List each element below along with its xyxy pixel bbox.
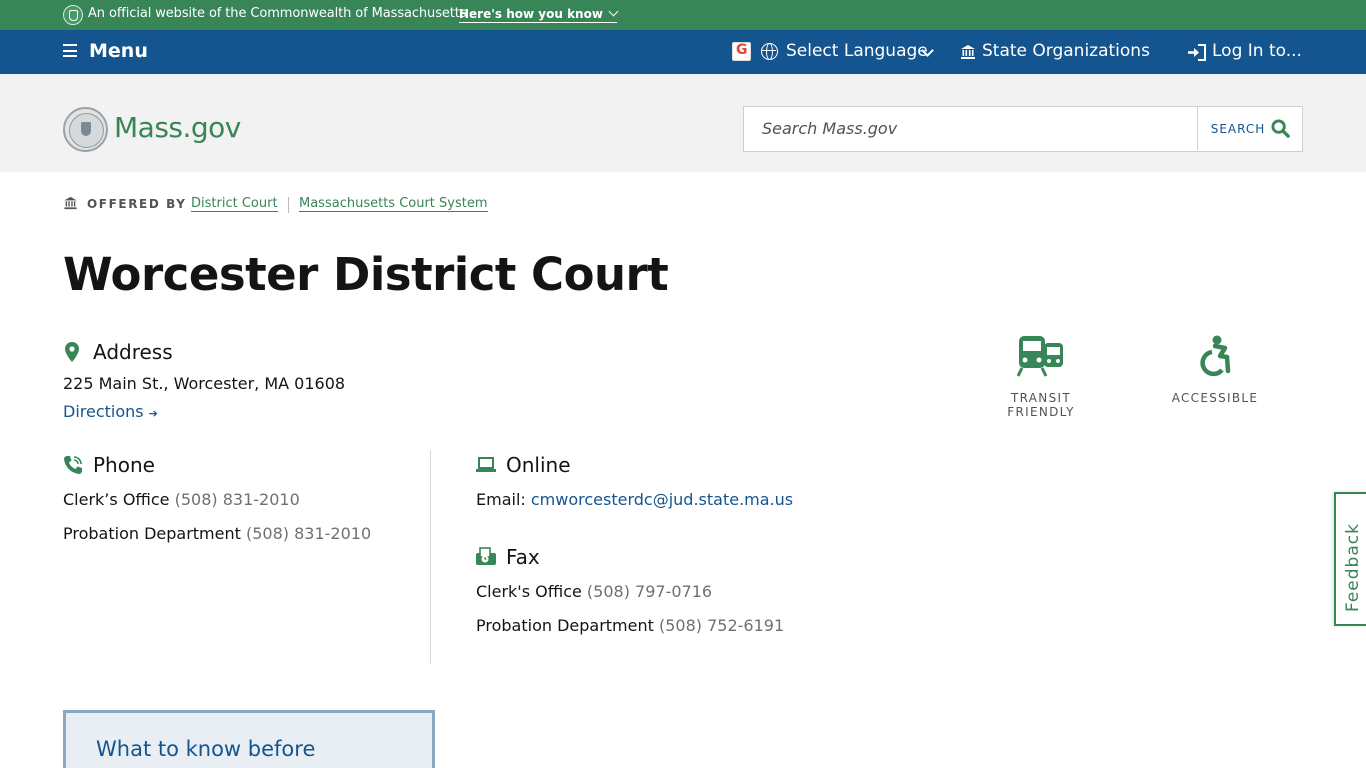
fax-entry-label: Probation Department: [476, 616, 654, 635]
email-link[interactable]: cmworcesterdc@jud.state.ma.us: [531, 490, 793, 509]
google-translate-icon: [732, 42, 751, 61]
feedback-label: Feedback: [1343, 523, 1363, 612]
phone-heading: Phone: [93, 453, 155, 477]
accessible-icon: [1200, 335, 1231, 377]
site-header: Mass.gov SEARCH: [0, 74, 1366, 172]
offered-by-label: OFFERED BY: [87, 197, 187, 211]
fax-number: (508) 797-0716: [586, 582, 713, 601]
phone-icon: [64, 456, 82, 474]
fax-entry: Probation Department (508) 752-6191: [476, 616, 784, 635]
official-banner: An official website of the Commonwealth …: [0, 0, 1366, 30]
seal-icon: [63, 5, 83, 25]
fax-entry-label: Clerk's Office: [476, 582, 582, 601]
offered-by-link-district-court[interactable]: District Court: [191, 196, 278, 212]
building-icon: [961, 45, 975, 59]
search-button-label: SEARCH: [1210, 121, 1266, 136]
address-heading: Address: [93, 340, 173, 364]
transit-icon: [1017, 336, 1063, 377]
how-you-know-label: Here's how you know: [459, 7, 603, 21]
phone-entry-label: Probation Department: [63, 524, 241, 543]
what-to-know-title[interactable]: What to know before: [96, 735, 396, 763]
login-button[interactable]: Log In to...: [1212, 41, 1302, 61]
page-title: Worcester District Court: [63, 248, 669, 301]
amenity-transit-friendly: TRANSIT FRIENDLY: [977, 335, 1105, 419]
fax-entry: Clerk's Office (508) 797-0716: [476, 582, 712, 601]
phone-number-link[interactable]: (508) 831-2010: [246, 524, 371, 543]
state-organizations-button[interactable]: State Organizations: [982, 41, 1150, 61]
chevron-down-icon: [608, 6, 619, 17]
fax-heading: Fax: [506, 545, 540, 569]
email-entry: Email: cmworcesterdc@jud.state.ma.us: [476, 490, 793, 509]
map-pin-icon: [65, 342, 79, 362]
hamburger-icon[interactable]: [63, 44, 77, 57]
building-icon: [64, 196, 77, 210]
online-heading: Online: [506, 453, 571, 477]
column-divider: [430, 450, 431, 664]
fax-icon: [476, 547, 496, 565]
menu-button[interactable]: Menu: [89, 40, 148, 62]
laptop-icon: [476, 457, 496, 472]
site-logo-text[interactable]: Mass.gov: [114, 111, 241, 144]
offered-by-link-court-system[interactable]: Massachusetts Court System: [299, 196, 488, 212]
search-input[interactable]: [744, 107, 1198, 150]
arrow-right-icon: ➔: [148, 407, 158, 420]
phone-entry-label: Clerk’s Office: [63, 490, 170, 509]
search-form: SEARCH: [743, 106, 1303, 152]
what-to-know-box: What to know before: [63, 710, 435, 768]
utility-nav: Menu Select Language State Organizations…: [0, 30, 1366, 74]
official-site-text: An official website of the Commonwealth …: [88, 6, 467, 21]
feedback-tab[interactable]: Feedback: [1334, 492, 1366, 626]
login-icon: [1188, 44, 1206, 61]
phone-entry: Clerk’s Office (508) 831-2010: [63, 490, 300, 509]
transit-friendly-label: TRANSIT FRIENDLY: [1007, 391, 1075, 419]
phone-number-link[interactable]: (508) 831-2010: [175, 490, 300, 509]
amenity-accessible: ACCESSIBLE: [1170, 335, 1260, 405]
search-button[interactable]: SEARCH: [1199, 107, 1302, 150]
directions-label: Directions: [63, 402, 144, 421]
massachusetts-seal-logo[interactable]: [63, 107, 108, 152]
offered-by-divider: [288, 197, 289, 213]
directions-link[interactable]: Directions ➔: [63, 402, 158, 421]
how-you-know-toggle[interactable]: Here's how you know: [459, 6, 619, 23]
select-language-button[interactable]: Select Language: [786, 41, 928, 61]
search-icon: [1271, 119, 1291, 138]
address-value: 225 Main St., Worcester, MA 01608: [63, 374, 346, 393]
globe-icon: [761, 43, 778, 60]
fax-number: (508) 752-6191: [659, 616, 785, 635]
accessible-label: ACCESSIBLE: [1171, 391, 1259, 405]
email-label: Email:: [476, 490, 526, 509]
phone-entry: Probation Department (508) 831-2010: [63, 524, 371, 543]
